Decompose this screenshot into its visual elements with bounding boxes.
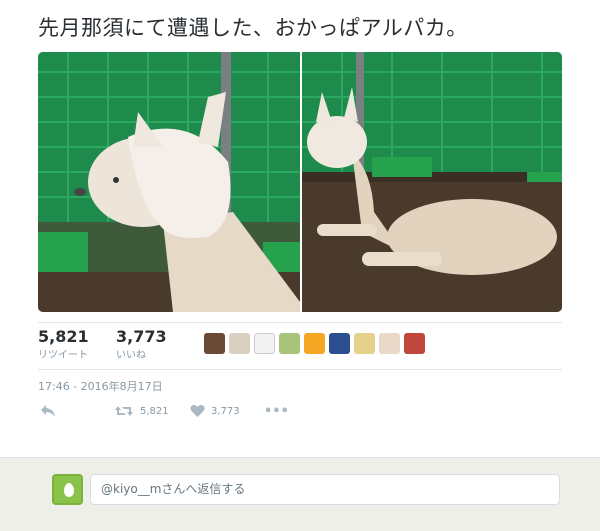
avatar[interactable] bbox=[329, 333, 350, 354]
engagement-stats: 5,821 リツイート 3,773 いいね bbox=[38, 322, 562, 370]
retweet-stat[interactable]: 5,821 リツイート bbox=[38, 327, 89, 361]
avatar[interactable] bbox=[279, 333, 300, 354]
like-count: 3,773 bbox=[116, 327, 167, 346]
avatar[interactable] bbox=[254, 333, 275, 354]
reply-input[interactable]: @kiyo__mさんへ返信する bbox=[90, 474, 560, 505]
more-icon: ••• bbox=[264, 404, 289, 419]
like-button[interactable]: 3,773 bbox=[190, 404, 240, 418]
retweet-count: 5,821 bbox=[38, 327, 89, 346]
avatar[interactable] bbox=[229, 333, 250, 354]
tweet-media[interactable] bbox=[38, 52, 562, 312]
user-avatar bbox=[52, 474, 83, 505]
photo-alpaca-closeup[interactable] bbox=[38, 52, 300, 312]
tweet-timestamp[interactable]: 17:46 - 2016年8月17日 bbox=[38, 378, 163, 394]
retweet-action-count: 5,821 bbox=[140, 405, 169, 417]
avatar[interactable] bbox=[354, 333, 375, 354]
heart-icon bbox=[190, 405, 205, 417]
like-stat[interactable]: 3,773 いいね bbox=[116, 327, 167, 361]
reply-icon bbox=[41, 405, 55, 417]
avatar[interactable] bbox=[304, 333, 325, 354]
more-button[interactable]: ••• bbox=[264, 404, 289, 419]
retweet-button[interactable]: 5,821 bbox=[114, 404, 169, 418]
avatar[interactable] bbox=[204, 333, 225, 354]
tweet-actions: 5,821 3,773 ••• bbox=[38, 404, 562, 428]
liker-avatars bbox=[204, 333, 425, 354]
avatar[interactable] bbox=[379, 333, 400, 354]
reply-button[interactable] bbox=[40, 404, 56, 418]
avatar[interactable] bbox=[404, 333, 425, 354]
like-label: いいね bbox=[116, 350, 146, 361]
retweet-icon bbox=[115, 406, 133, 416]
like-action-count: 3,773 bbox=[211, 405, 240, 417]
tweet-text: 先月那須にて遭遇した、おかっぱアルパカ。 bbox=[38, 16, 468, 40]
egg-icon bbox=[64, 483, 74, 497]
retweet-label: リツイート bbox=[38, 350, 88, 361]
reply-composer: @kiyo__mさんへ返信する bbox=[0, 457, 600, 531]
photo-alpaca-lying[interactable] bbox=[302, 52, 562, 312]
